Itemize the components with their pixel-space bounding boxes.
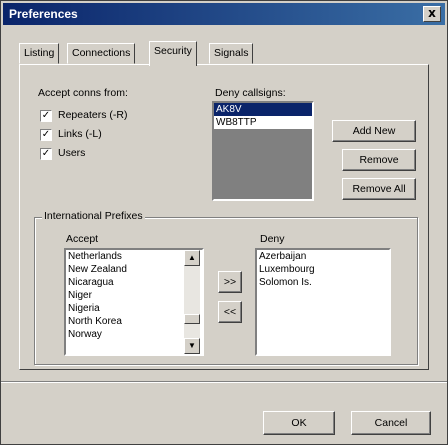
preferences-window: Preferences x Listing Connections Securi… <box>0 0 448 445</box>
users-label: Users <box>58 147 86 159</box>
accept-prefix-item[interactable]: North Korea <box>66 315 202 328</box>
tab-security[interactable]: Security <box>149 41 197 66</box>
check-icon: ✓ <box>41 110 51 121</box>
tab-signals[interactable]: Signals <box>209 43 254 64</box>
links-label: Links (-L) <box>58 128 102 140</box>
accept-prefix-item[interactable]: Netherlands <box>66 250 202 263</box>
callsign-item[interactable]: AK8V <box>214 103 312 116</box>
callsign-item[interactable]: WB8TTP <box>214 116 312 129</box>
security-panel: Accept conns from: ✓ Repeaters (-R) ✓ Li… <box>19 64 429 370</box>
tab-listing[interactable]: Listing <box>19 43 60 64</box>
accept-list-scrollbar[interactable]: ▲ ▼ <box>184 250 200 354</box>
deny-prefix-item[interactable]: Azerbaijan <box>257 250 389 263</box>
deny-heading: Deny <box>260 233 285 245</box>
deny-callsigns-list[interactable]: AK8V WB8TTP <box>212 101 314 201</box>
tab-connections[interactable]: Connections <box>67 43 136 64</box>
move-to-accept-button[interactable]: << <box>218 301 242 323</box>
move-to-deny-button[interactable]: >> <box>218 271 242 293</box>
down-arrow-icon[interactable]: ▼ <box>184 338 200 354</box>
remove-button[interactable]: Remove <box>342 149 416 171</box>
ok-button[interactable]: OK <box>263 411 335 435</box>
check-icon: ✓ <box>41 148 51 159</box>
repeaters-checkbox[interactable]: ✓ <box>40 110 52 122</box>
repeaters-label: Repeaters (-R) <box>58 109 128 121</box>
accept-prefix-item[interactable]: Norway <box>66 328 202 341</box>
window-title: Preferences <box>9 7 78 21</box>
international-prefixes-legend: International Prefixes <box>42 210 145 222</box>
close-button[interactable]: x <box>423 6 441 22</box>
add-new-button[interactable]: Add New <box>332 120 416 142</box>
footer-divider <box>1 381 447 383</box>
users-checkbox[interactable]: ✓ <box>40 148 52 160</box>
title-bar[interactable]: Preferences x <box>3 3 445 25</box>
accept-prefixes-list[interactable]: Netherlands New Zealand Nicaragua Niger … <box>64 248 204 356</box>
links-checkbox[interactable]: ✓ <box>40 129 52 141</box>
accept-conns-heading: Accept conns from: <box>38 87 128 99</box>
remove-all-button[interactable]: Remove All <box>342 178 416 200</box>
accept-prefix-item[interactable]: Niger <box>66 289 202 302</box>
accept-heading: Accept <box>66 233 99 245</box>
accept-prefix-item[interactable]: Nicaragua <box>66 276 202 289</box>
check-icon: ✓ <box>41 129 51 140</box>
deny-prefixes-list[interactable]: Azerbaijan Luxembourg Solomon Is. <box>255 248 391 356</box>
deny-callsigns-heading: Deny callsigns: <box>215 87 286 99</box>
deny-prefix-item[interactable]: Solomon Is. <box>257 276 389 289</box>
deny-prefix-item[interactable]: Luxembourg <box>257 263 389 276</box>
scroll-thumb[interactable] <box>184 314 200 324</box>
accept-prefix-item[interactable]: New Zealand <box>66 263 202 276</box>
accept-prefix-item[interactable]: Nigeria <box>66 302 202 315</box>
cancel-button[interactable]: Cancel <box>351 411 431 435</box>
up-arrow-icon[interactable]: ▲ <box>184 250 200 266</box>
